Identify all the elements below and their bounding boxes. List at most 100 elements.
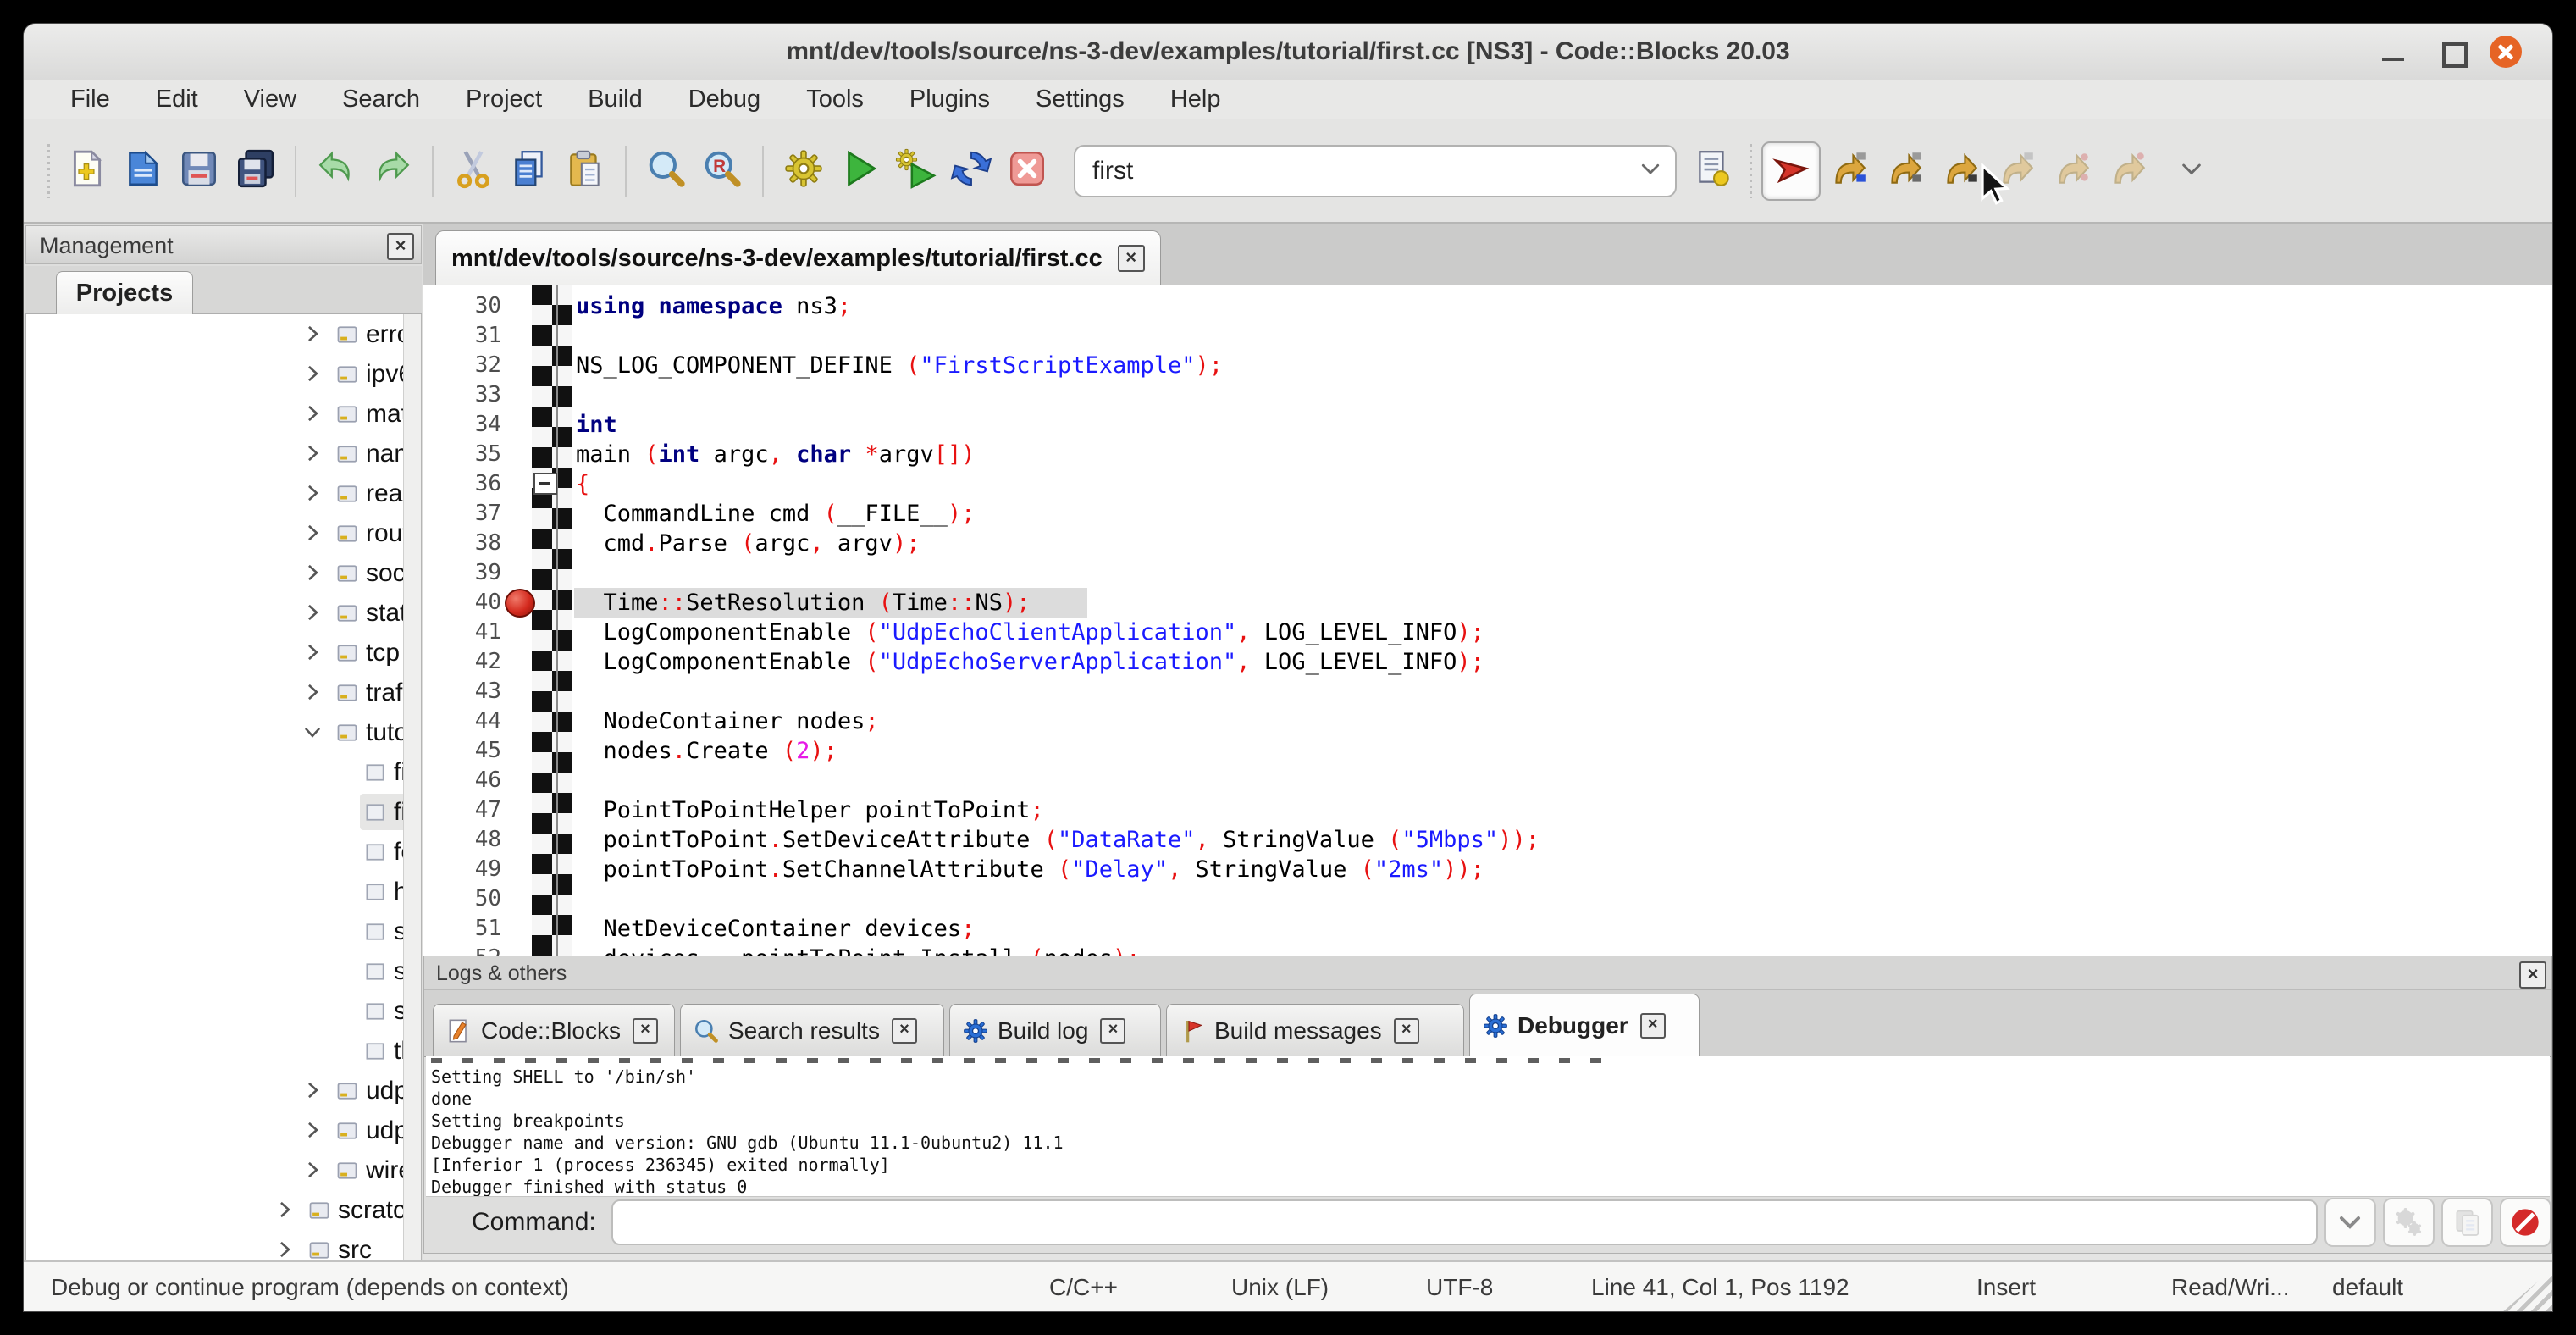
save-file-button[interactable]	[171, 143, 227, 199]
tree-item-fif[interactable]: fif	[26, 752, 421, 792]
redo-button[interactable]	[364, 143, 420, 199]
copy-log-button[interactable]	[2441, 1198, 2493, 1247]
line-number[interactable]: 44	[423, 706, 501, 736]
abort-build-button[interactable]	[999, 143, 1055, 199]
line-number[interactable]: 51	[423, 914, 501, 944]
tree-item-src[interactable]: src	[26, 1230, 421, 1260]
minimize-button[interactable]	[2378, 36, 2410, 68]
tree-item-fir[interactable]: fir	[26, 792, 421, 832]
tree-item-si[interactable]: si	[26, 991, 421, 1031]
code-view[interactable]: 30using namespace ns3;3132NS_LOG_COMPONE…	[423, 285, 2552, 956]
paste-button[interactable]	[557, 143, 613, 199]
maximize-button[interactable]	[2437, 36, 2469, 68]
tab-projects[interactable]: Projects	[56, 271, 193, 314]
tree-item-trafl[interactable]: trafl	[26, 673, 421, 712]
line-number[interactable]: 32	[423, 351, 501, 380]
line-number[interactable]: 52	[423, 944, 501, 956]
menu-tools[interactable]: Tools	[783, 80, 887, 119]
editor-tab-first-cc[interactable]: mnt/dev/tools/source/ns-3-dev/examples/t…	[435, 230, 1161, 285]
replace-button[interactable]: R	[694, 143, 750, 199]
command-input[interactable]	[611, 1199, 2318, 1245]
open-file-button[interactable]	[115, 143, 171, 199]
step-into-button[interactable]	[1932, 143, 1988, 199]
tree-item-reall[interactable]: reall	[26, 474, 421, 513]
toolbar-overflow-chevron-icon[interactable]	[2178, 155, 2205, 186]
line-number[interactable]: 40	[423, 588, 501, 618]
goto-function-button[interactable]	[1685, 143, 1741, 199]
chevron-right-icon[interactable]	[301, 1079, 323, 1101]
logs-tab-close-icon[interactable]: ×	[892, 1018, 917, 1044]
menu-settings[interactable]: Settings	[1013, 80, 1147, 119]
line-number[interactable]: 36	[423, 469, 501, 499]
debug-tools-button[interactable]	[2383, 1198, 2435, 1247]
tree-item-he[interactable]: he	[26, 872, 421, 911]
line-number[interactable]: 38	[423, 529, 501, 558]
tree-item-udp[interactable]: udp	[26, 1071, 421, 1111]
step-out-button[interactable]	[1988, 143, 2044, 199]
logs-close-icon[interactable]: ×	[2519, 961, 2546, 989]
cut-button[interactable]	[445, 143, 501, 199]
menu-help[interactable]: Help	[1147, 80, 1244, 119]
tree-item-tcp[interactable]: tcp	[26, 633, 421, 673]
menu-file[interactable]: File	[47, 80, 133, 119]
rebuild-button[interactable]	[943, 143, 999, 199]
line-number[interactable]: 33	[423, 380, 501, 410]
line-number[interactable]: 47	[423, 795, 501, 825]
menu-project[interactable]: Project	[443, 80, 565, 119]
tree-scrollbar[interactable]	[403, 314, 421, 1260]
logs-tab-close-icon[interactable]: ×	[1640, 1013, 1666, 1039]
chevron-right-icon[interactable]	[301, 601, 323, 623]
line-number[interactable]: 39	[423, 558, 501, 588]
chevron-down-icon[interactable]	[301, 721, 323, 743]
close-button[interactable]	[2490, 36, 2522, 68]
tree-item-rout[interactable]: rout	[26, 513, 421, 553]
tree-item-tuto[interactable]: tuto	[26, 712, 421, 752]
tree-item-se[interactable]: se	[26, 911, 421, 951]
save-all-files-button[interactable]	[227, 143, 283, 199]
copy-button[interactable]	[501, 143, 557, 199]
menu-debug[interactable]: Debug	[666, 80, 783, 119]
toolbar-gripper[interactable]	[46, 144, 53, 198]
line-number[interactable]: 35	[423, 440, 501, 469]
logs-tab-build-log[interactable]: Build log×	[949, 1004, 1161, 1056]
menu-view[interactable]: View	[221, 80, 319, 119]
tree-item-scratch[interactable]: scratch	[26, 1190, 421, 1230]
command-history-button[interactable]	[2324, 1198, 2376, 1247]
line-number[interactable]: 30	[423, 291, 501, 321]
logs-tab-debugger[interactable]: Debugger×	[1469, 994, 1700, 1056]
logs-tab-build-messages[interactable]: Build messages×	[1166, 1004, 1464, 1056]
logs-tab-code-blocks[interactable]: Code::Blocks×	[433, 1004, 675, 1056]
build-button[interactable]	[776, 143, 832, 199]
breakpoint-marker[interactable]	[505, 589, 535, 618]
menu-build[interactable]: Build	[565, 80, 666, 119]
chevron-right-icon[interactable]	[301, 442, 323, 464]
next-instruction-button[interactable]	[2044, 143, 2100, 199]
line-number[interactable]: 45	[423, 736, 501, 766]
resize-grip[interactable]	[2501, 1269, 2552, 1311]
line-number[interactable]: 41	[423, 618, 501, 647]
chevron-right-icon[interactable]	[301, 641, 323, 663]
logs-tab-search-results[interactable]: Search results×	[680, 1004, 944, 1056]
chevron-right-icon[interactable]	[301, 363, 323, 385]
logs-tab-close-icon[interactable]: ×	[1394, 1018, 1419, 1044]
tree-item-sock[interactable]: sock	[26, 553, 421, 593]
line-number[interactable]: 34	[423, 410, 501, 440]
find-button[interactable]	[638, 143, 694, 199]
build-and-run-button[interactable]	[887, 143, 943, 199]
breakpoint-margin[interactable]	[532, 285, 572, 956]
chevron-right-icon[interactable]	[274, 1238, 296, 1260]
debugger-output[interactable]: Setting SHELL to '/bin/sh'doneSetting br…	[426, 1056, 2550, 1197]
tree-item-wire[interactable]: wire	[26, 1150, 421, 1190]
chevron-right-icon[interactable]	[301, 323, 323, 345]
tree-item-th[interactable]: th	[26, 1031, 421, 1071]
debug-toolbar-gripper[interactable]	[1748, 144, 1755, 198]
chevron-right-icon[interactable]	[301, 1159, 323, 1181]
step-into-instruction-button[interactable]	[2100, 143, 2156, 199]
menu-search[interactable]: Search	[319, 80, 443, 119]
chevron-right-icon[interactable]	[301, 1119, 323, 1141]
chevron-right-icon[interactable]	[301, 681, 323, 703]
line-number[interactable]: 42	[423, 647, 501, 677]
editor-tab-close-icon[interactable]: ×	[1118, 245, 1145, 272]
management-close-icon[interactable]: ×	[387, 233, 414, 260]
chevron-right-icon[interactable]	[301, 482, 323, 504]
